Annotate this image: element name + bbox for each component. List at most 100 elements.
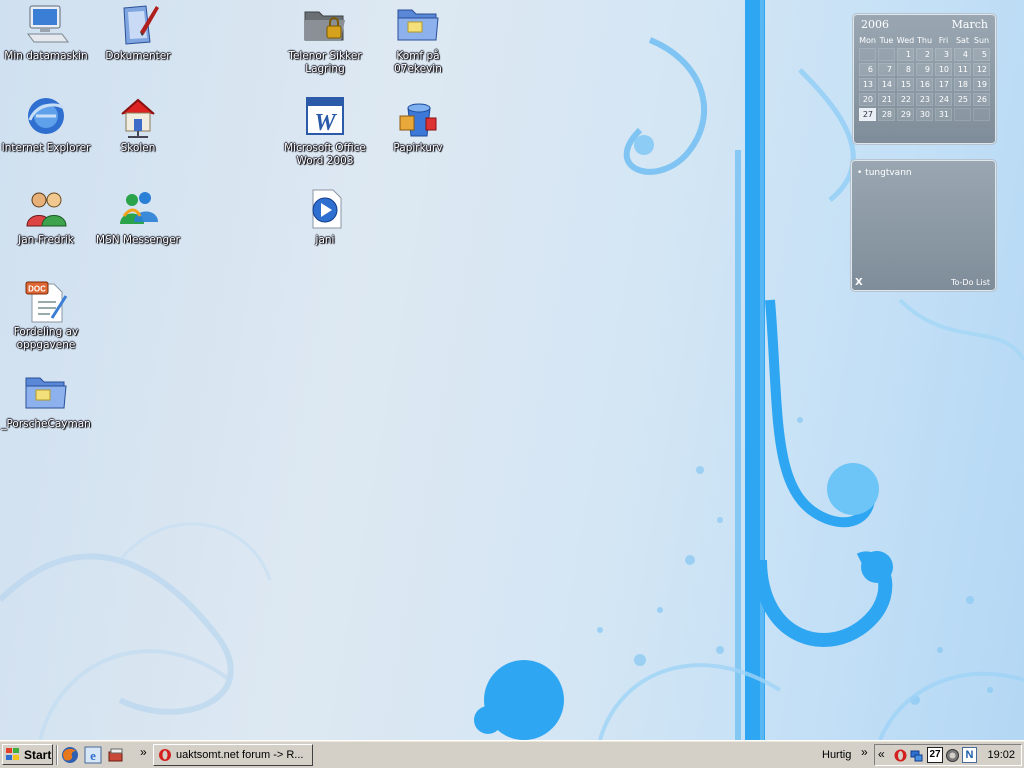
calendar-day[interactable]: 17 (935, 78, 952, 91)
calendar-day[interactable]: 20 (859, 93, 876, 106)
my-computer-icon (27, 5, 69, 43)
desktop-icon-word-2003[interactable]: W Microsoft Office Word 2003 (279, 94, 371, 168)
calendar-month[interactable]: March (952, 18, 988, 31)
calendar-day[interactable]: 10 (935, 63, 952, 76)
desktop-icon-porsche-cayman[interactable]: _PorscheCayman (0, 370, 92, 431)
desktop-icon-label: MSN Messenger (96, 234, 180, 246)
calendar-day[interactable]: 4 (954, 48, 971, 61)
desktop-icon-jan-fredrik[interactable]: Jan-Fredrik (0, 186, 92, 247)
opera-tray-icon[interactable] (893, 748, 908, 763)
calendar-weekday: Fri (938, 36, 949, 45)
desktop-icon-label: Internet Explorer (1, 142, 91, 154)
calendar-day[interactable]: 23 (916, 93, 933, 106)
quick-launch-expand-button[interactable]: » (140, 745, 147, 759)
calendar-day[interactable]: 31 (935, 108, 952, 121)
calendar-day[interactable]: 7 (878, 63, 895, 76)
n-tray-icon[interactable]: N (962, 747, 977, 763)
calendar-day[interactable]: 14 (878, 78, 895, 91)
toolbar-label[interactable]: Hurtig (822, 749, 851, 761)
desktop-icon-recycle-bin[interactable]: Papirkurv (372, 94, 464, 155)
calendar-day[interactable]: 15 (897, 78, 914, 91)
recycle-bin-icon (399, 103, 437, 137)
desktop-icon-label: Jan-Fredrik (18, 234, 74, 246)
taskbar: Start e » uaktsomt.net forum -> R... Hur… (0, 740, 1024, 768)
calendar-day[interactable]: 12 (973, 63, 990, 76)
calendar-day[interactable]: 21 (878, 93, 895, 106)
todo-item-text: tungtvann (865, 168, 912, 178)
calendar-day[interactable]: 25 (954, 93, 971, 106)
calendar-day (859, 48, 876, 61)
taskbar-clock[interactable]: 19:02 (987, 749, 1015, 761)
calendar-day[interactable]: 16 (916, 78, 933, 91)
calendar-day[interactable]: 18 (954, 78, 971, 91)
folder-icon (397, 9, 439, 41)
calendar-day[interactable]: 5 (973, 48, 990, 61)
calendar-day[interactable]: 19 (973, 78, 990, 91)
show-desktop-icon[interactable] (107, 746, 125, 764)
desktop-icon-fordeling-av-oppgavene[interactable]: DOC Fordeling av oppgavene (0, 278, 92, 352)
calendar-day[interactable]: 6 (859, 63, 876, 76)
desktop-icon-jani[interactable]: jani (279, 186, 371, 247)
desktop-icon-skolen[interactable]: Skolen (92, 94, 184, 155)
windows-flag-icon (6, 748, 21, 761)
desktop-icon-label: Dokumenter (105, 50, 171, 62)
home-network-icon (121, 98, 155, 138)
calendar-day[interactable]: 2 (916, 48, 933, 61)
desktop-icon-label: _PorscheCayman (1, 418, 91, 430)
todo-close-button[interactable]: X (855, 277, 863, 288)
calendar-weekday: Sat (955, 36, 970, 45)
calendar-weekday: Sun (973, 36, 990, 45)
opera-icon (159, 749, 171, 761)
users-icon (26, 192, 67, 227)
calendar-day[interactable]: 28 (878, 108, 895, 121)
calendar-weekday: Wed (896, 36, 915, 45)
desktop-icon-telenor-sikker-lagring[interactable]: Telenor Sikker Lagring (279, 2, 371, 76)
media-file-icon (312, 189, 342, 229)
msn-messenger-icon (120, 192, 158, 224)
calendar-day[interactable]: 8 (897, 63, 914, 76)
sync-tray-icon[interactable] (945, 748, 960, 763)
tray-expand-button[interactable]: « (878, 747, 885, 761)
desktop-icon-msn-messenger[interactable]: MSN Messenger (92, 186, 184, 247)
desktop-icon-label: Telenor Sikker Lagring (288, 50, 362, 75)
calendar-year: 2006 (861, 18, 889, 31)
taskbar-window-button[interactable]: uaktsomt.net forum -> R... (153, 744, 313, 766)
calendar-day[interactable]: 29 (897, 108, 914, 121)
desktop-icon-my-computer[interactable]: Min datamaskin (0, 2, 92, 63)
word-icon: W (306, 97, 344, 136)
calendar-day[interactable]: 24 (935, 93, 952, 106)
folder-icon (25, 377, 67, 409)
calendar-gadget[interactable]: 2006 March Mon Tue Wed Thu Fri Sat Sun 1234567… (852, 13, 997, 145)
calendar-days: 1 2 3 4 5 6 7 8 9 10 11 12 13 14 15 16 17 18 19 20 21 22 23 24 2… (853, 45, 996, 122)
start-label: Start (24, 747, 52, 762)
desktop-icon-komf-folder[interactable]: Komf på 07ekevin (372, 2, 464, 76)
todo-item[interactable]: • tungtvann (857, 168, 912, 178)
calendar-day[interactable]: 9 (916, 63, 933, 76)
network-icon[interactable] (909, 748, 924, 763)
calendar-date-tray-icon[interactable]: 27 (927, 747, 943, 763)
desktop-icon-internet-explorer[interactable]: Internet Explorer (0, 94, 92, 155)
desktop-icon-label: Skolen (120, 142, 156, 154)
internet-explorer-quicklaunch-icon[interactable]: e (84, 746, 102, 764)
desktop-icon-documents[interactable]: Dokumenter (92, 2, 184, 63)
calendar-weekday: Tue (879, 36, 894, 45)
desktop-icon-label: Min datamaskin (4, 50, 88, 62)
firefox-icon[interactable] (61, 746, 79, 764)
calendar-day[interactable]: 26 (973, 93, 990, 106)
svg-text:DOC: DOC (28, 285, 46, 294)
todo-gadget[interactable]: • tungtvann X To-Do List (850, 159, 997, 292)
calendar-weekday: Mon (859, 36, 876, 45)
calendar-day[interactable]: 1 (897, 48, 914, 61)
calendar-day (878, 48, 895, 61)
calendar-day[interactable]: 13 (859, 78, 876, 91)
calendar-day[interactable]: 11 (954, 63, 971, 76)
calendar-day[interactable]: 22 (897, 93, 914, 106)
toolbar-expand-button[interactable]: » (861, 745, 868, 759)
calendar-day[interactable]: 30 (916, 108, 933, 121)
todo-title: To-Do List (950, 278, 990, 287)
start-button[interactable]: Start (2, 744, 53, 765)
calendar-day[interactable]: 27 (859, 108, 876, 121)
calendar-day[interactable]: 3 (935, 48, 952, 61)
internet-explorer-icon (28, 98, 65, 134)
svg-text:e: e (90, 748, 96, 763)
